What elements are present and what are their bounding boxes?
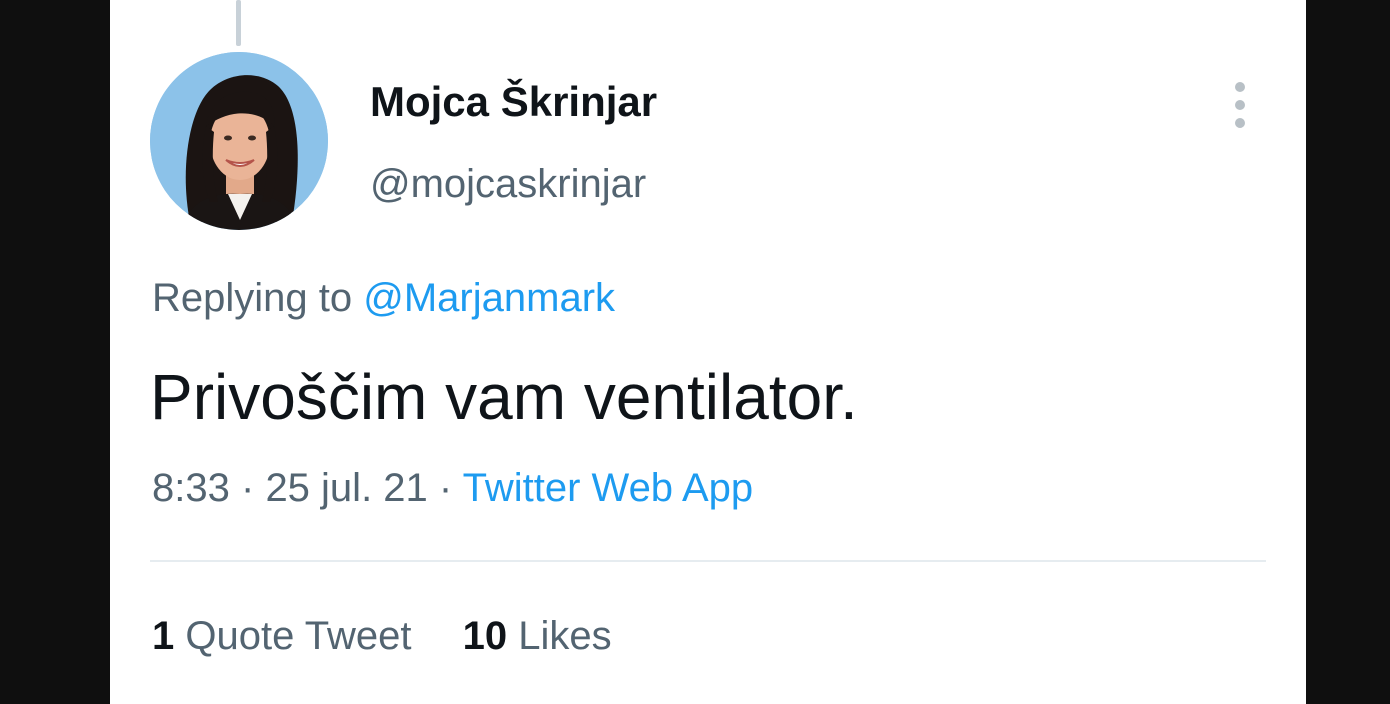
more-vertical-icon-dot	[1235, 100, 1245, 110]
author-handle[interactable]: @mojcaskrinjar	[370, 162, 646, 207]
likes-stat[interactable]: 10 Likes	[463, 614, 612, 658]
avatar[interactable]	[150, 52, 328, 230]
like-label: Likes	[518, 614, 612, 658]
thread-connector-line	[236, 0, 241, 46]
divider	[150, 560, 1266, 562]
more-vertical-icon-dot	[1235, 118, 1245, 128]
tweet-time[interactable]: 8:33	[152, 466, 230, 510]
meta-separator: ·	[240, 466, 255, 510]
replying-to-user-link[interactable]: @Marjanmark	[363, 276, 615, 320]
quote-tweet-label: Quote Tweet	[185, 614, 412, 658]
quote-tweets-stat[interactable]: 1 Quote Tweet	[152, 614, 411, 658]
screenshot-frame: Mojca Škrinjar @mojcaskrinjar Replying t…	[0, 0, 1390, 704]
tweet-source-link[interactable]: Twitter Web App	[463, 466, 754, 510]
author-display-name[interactable]: Mojca Škrinjar	[370, 78, 657, 126]
tweet-stats: 1 Quote Tweet 10 Likes	[152, 614, 652, 659]
replying-to-line: Replying to @Marjanmark	[152, 276, 615, 321]
more-vertical-icon	[1235, 82, 1245, 92]
tweet-text: Privoščim vam ventilator.	[150, 361, 858, 433]
quote-tweet-count: 1	[152, 614, 175, 658]
more-options-button[interactable]	[1222, 80, 1258, 130]
tweet-date[interactable]: 25 jul. 21	[265, 466, 427, 510]
tweet-meta: 8:33 · 25 jul. 21 · Twitter Web App	[152, 466, 753, 511]
like-count: 10	[462, 614, 508, 658]
replying-to-prefix: Replying to	[152, 276, 353, 320]
meta-separator: ·	[438, 466, 453, 510]
avatar-image	[150, 52, 328, 230]
